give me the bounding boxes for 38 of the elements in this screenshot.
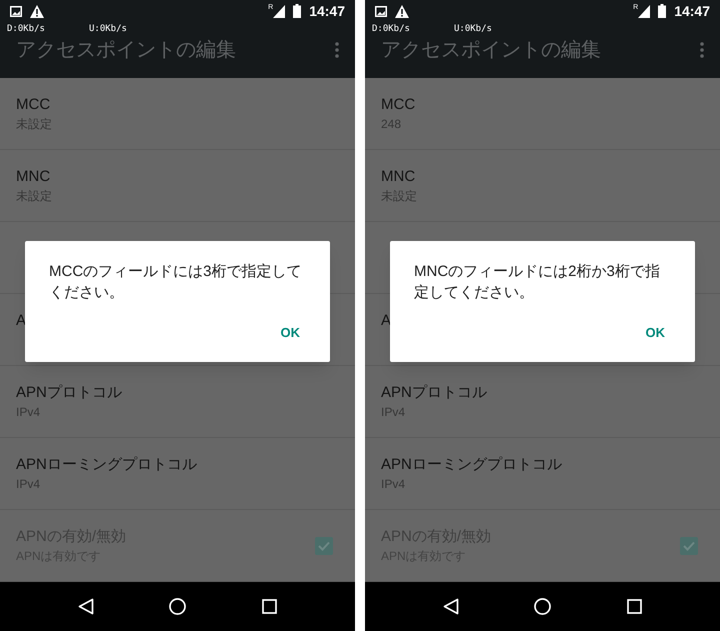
home-icon[interactable] — [534, 598, 552, 615]
toolbar-title: アクセスポイントの編集 — [16, 40, 237, 60]
clock-time: 14:47 — [674, 4, 710, 18]
image-icon — [375, 6, 387, 16]
setting-title: MCC — [381, 94, 416, 114]
battery-icon — [293, 4, 302, 18]
ok-button[interactable]: OK — [638, 320, 673, 344]
setting-title: MCC — [16, 94, 52, 114]
dialog-message: MNCのフィールドには2桁か3桁で指定してください。 — [414, 262, 661, 303]
upload-speed: U:0Kb/s — [89, 24, 127, 34]
clock-time: 14:47 — [309, 4, 345, 18]
battery-icon — [658, 4, 666, 18]
warning-icon — [30, 4, 44, 18]
toolbar-title: アクセスポイントの編集 — [381, 40, 602, 60]
setting-title: A — [381, 310, 392, 330]
image-icon — [10, 6, 22, 16]
signal-icon — [273, 4, 286, 18]
setting-title: MNC — [381, 166, 416, 186]
setting-title: APNローミングプロトコル — [381, 454, 563, 474]
back-icon[interactable] — [442, 598, 459, 615]
setting-title: MNC — [16, 166, 52, 186]
recents-icon[interactable] — [262, 599, 278, 614]
download-speed: D:0Kb/s — [7, 24, 46, 34]
setting-title: APNローミングプロトコル — [16, 454, 198, 474]
home-icon[interactable] — [169, 598, 186, 615]
dialog-message: MCCのフィールドには3桁で指定してください。 — [49, 262, 303, 303]
ok-button[interactable]: OK — [272, 320, 308, 344]
more-options-icon[interactable] — [700, 42, 704, 58]
recents-icon[interactable] — [627, 599, 642, 614]
more-options-icon[interactable] — [335, 42, 339, 58]
back-icon[interactable] — [78, 598, 94, 615]
setting-title: APNプロトコル — [16, 382, 123, 402]
download-speed: D:0Kb/s — [372, 24, 411, 34]
setting-title: A — [16, 310, 28, 330]
signal-icon — [638, 4, 650, 18]
setting-title: APNプロトコル — [381, 382, 488, 402]
warning-icon — [395, 4, 409, 18]
upload-speed: U:0Kb/s — [454, 24, 492, 34]
